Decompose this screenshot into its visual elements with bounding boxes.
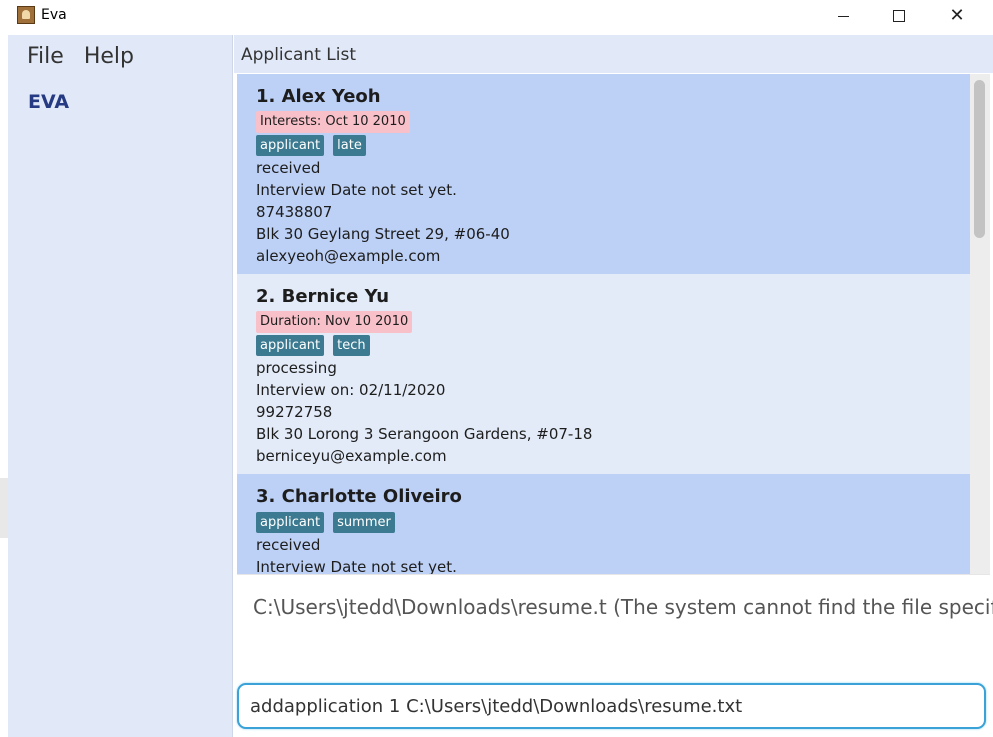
tag-list: applicant tech <box>256 335 370 356</box>
tag-list: applicant summer <box>256 512 395 533</box>
command-input[interactable] <box>250 694 970 718</box>
applicant-name: 2. Bernice Yu <box>256 286 390 307</box>
close-button[interactable]: ✕ <box>934 0 980 32</box>
address: Blk 30 Geylang Street 29, #06-40 <box>256 225 510 243</box>
minimize-button[interactable] <box>820 0 866 32</box>
list-scrollbar[interactable] <box>970 74 990 574</box>
window-title: Eva <box>41 7 67 23</box>
title-bar: Eva ✕ <box>0 0 993 32</box>
highlight-badge: Interests: Oct 10 2010 <box>256 111 410 133</box>
menu-bar: File Help <box>27 44 154 69</box>
tag: applicant <box>256 335 325 356</box>
maximize-icon <box>893 10 905 22</box>
result-display: C:\Users\jtedd\Downloads\resume.t (The s… <box>237 574 993 674</box>
application-status: received <box>256 159 321 177</box>
app-icon <box>17 6 35 24</box>
email: berniceyu@example.com <box>256 447 447 465</box>
menu-file[interactable]: File <box>27 44 64 69</box>
scrollbar-thumb[interactable] <box>974 80 985 238</box>
tag-list: applicant late <box>256 135 366 156</box>
email: alexyeoh@example.com <box>256 247 441 265</box>
tag: late <box>333 135 366 156</box>
brand-label: EVA <box>28 91 70 113</box>
result-message: C:\Users\jtedd\Downloads\resume.t (The s… <box>253 595 993 619</box>
applicant-list[interactable]: 1. Alex Yeoh Interests: Oct 10 2010 appl… <box>237 74 970 574</box>
address: Blk 30 Lorong 3 Serangoon Gardens, #07-1… <box>256 425 593 443</box>
command-box[interactable] <box>237 683 986 729</box>
tag: applicant <box>256 135 325 156</box>
applicant-name: 1. Alex Yeoh <box>256 86 381 107</box>
list-header: Applicant List <box>234 35 993 73</box>
interview-info: Interview Date not set yet. <box>256 181 457 199</box>
sidebar: File Help EVA <box>8 35 233 737</box>
applicant-card[interactable]: 3. Charlotte Oliveiro applicant summer r… <box>237 474 970 574</box>
highlight-badge: Duration: Nov 10 2010 <box>256 311 413 333</box>
minimize-icon <box>837 15 849 17</box>
list-title: Applicant List <box>241 45 356 65</box>
tag: applicant <box>256 512 325 533</box>
close-icon: ✕ <box>949 5 965 26</box>
main-panel: Applicant List 1. Alex Yeoh Interests: O… <box>234 35 993 737</box>
tag: summer <box>333 512 395 533</box>
maximize-button[interactable] <box>876 0 922 32</box>
phone-number: 99272758 <box>256 403 333 421</box>
phone-number: 87438807 <box>256 203 333 221</box>
tag: tech <box>333 335 370 356</box>
interview-info: Interview Date not set yet. <box>256 558 457 574</box>
menu-help[interactable]: Help <box>84 44 134 69</box>
applicant-name: 3. Charlotte Oliveiro <box>256 486 462 507</box>
applicant-card[interactable]: 1. Alex Yeoh Interests: Oct 10 2010 appl… <box>237 74 970 274</box>
application-status: processing <box>256 359 337 377</box>
interview-info: Interview on: 02/11/2020 <box>256 381 446 399</box>
applicant-card[interactable]: 2. Bernice Yu Duration: Nov 10 2010 appl… <box>237 274 970 474</box>
application-status: received <box>256 536 321 554</box>
